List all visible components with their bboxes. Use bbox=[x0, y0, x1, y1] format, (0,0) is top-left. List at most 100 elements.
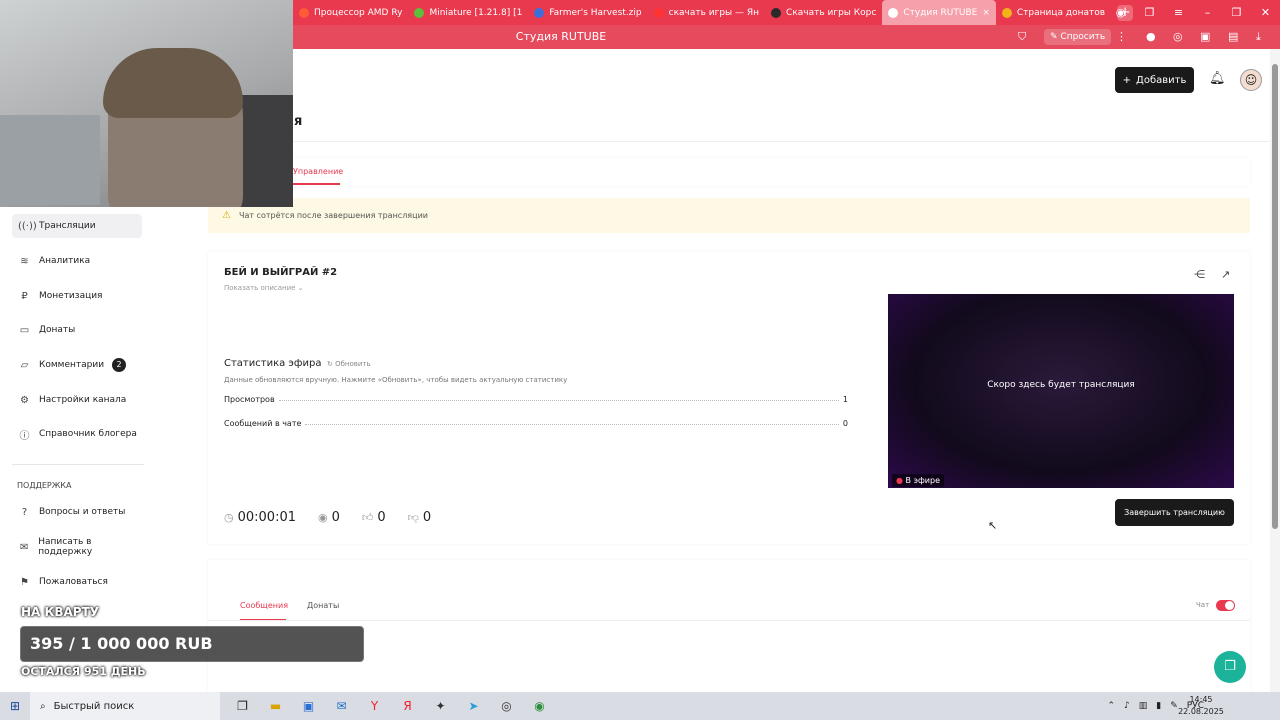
sidebar-item-label: Донаты bbox=[39, 325, 76, 335]
chat-card bbox=[208, 560, 1250, 692]
yandex-icon[interactable]: Я bbox=[391, 699, 424, 713]
more-icon[interactable]: ⋮ bbox=[1116, 30, 1127, 43]
speaker-icon[interactable]: ♪ bbox=[1124, 701, 1130, 711]
chat-toggle[interactable] bbox=[1216, 600, 1235, 611]
store-icon[interactable]: ▣ bbox=[292, 699, 325, 713]
sidebar-item[interactable]: ▱ Комментарии 2 bbox=[12, 353, 142, 377]
stat-value: 0 bbox=[842, 419, 848, 428]
thumbs-down-icon: 👎︎ bbox=[407, 510, 419, 524]
browser-tab[interactable]: Farmer's Harvest.zip bbox=[528, 0, 647, 25]
add-button[interactable]: + Добавить bbox=[1115, 67, 1194, 93]
sidebar-item[interactable]: ? Вопросы и ответы bbox=[12, 500, 142, 524]
sidebar-item[interactable]: ≋ Аналитика bbox=[12, 249, 142, 273]
close-icon[interactable]: ✕ bbox=[1251, 6, 1280, 19]
show-description-link[interactable]: Показать описание ⌄ bbox=[224, 284, 304, 292]
avatar[interactable]: ☺ bbox=[1240, 69, 1262, 91]
sidebar-item[interactable]: ▭ Донаты bbox=[12, 318, 142, 342]
warning-icon: ⚠ bbox=[222, 210, 231, 221]
network-icon[interactable]: ▥ bbox=[1139, 701, 1148, 711]
add-label: Добавить bbox=[1136, 74, 1187, 86]
sidebar-item-label: Написать в поддержку bbox=[38, 537, 93, 557]
bell-icon[interactable]: 🔔︎ bbox=[1209, 71, 1226, 86]
sidebar-item-label: Трансляции bbox=[39, 221, 96, 231]
obs-icon[interactable]: ◎ bbox=[490, 699, 523, 713]
sidebar-item[interactable]: ⓘ Справочник блогера bbox=[12, 422, 142, 446]
telegram-icon[interactable]: ➤ bbox=[457, 699, 490, 713]
ask-button[interactable]: ✎ Спросить bbox=[1044, 29, 1112, 45]
winrar-icon[interactable]: ✦ bbox=[424, 699, 457, 713]
extension-icon[interactable]: ● bbox=[1146, 30, 1156, 43]
stat-value: 1 bbox=[842, 395, 848, 404]
browser-tab[interactable]: Процессор AMD Ry bbox=[293, 0, 408, 25]
mouse-cursor-icon: ↖ bbox=[988, 519, 998, 532]
sidebar-item[interactable]: ((·)) Трансляции bbox=[12, 214, 142, 238]
yandex-browser-icon[interactable]: Y bbox=[358, 699, 391, 713]
tab-favicon-icon bbox=[1001, 7, 1012, 18]
donation-goal: НА КВАРТУ bbox=[21, 605, 99, 619]
download-icon[interactable]: ⤓ bbox=[1256, 30, 1261, 44]
browser-tab[interactable]: Miniature [1.21.8] [1 bbox=[408, 0, 528, 25]
tab-label: Miniature [1.21.8] [1 bbox=[429, 7, 523, 18]
media-icon[interactable]: ◎ bbox=[1173, 30, 1183, 43]
minimize-icon[interactable]: – bbox=[1193, 6, 1222, 19]
tab-favicon-icon bbox=[299, 7, 309, 18]
taskbar: ⊞ ⌕ Быстрый поиск ❐ ▬ ▣ ✉ Y Я ✦ ➤ ◎ ◉ bbox=[0, 692, 1280, 720]
window-controls: ◉ ❐ ≡ – ❐ ✕ bbox=[1106, 0, 1280, 25]
browser-tab[interactable]: Скачать игры Корс bbox=[765, 0, 882, 25]
mic-icon[interactable]: ▮ bbox=[1156, 701, 1161, 711]
windows-start-icon[interactable]: ⊞ bbox=[0, 699, 30, 713]
bookmarks-icon[interactable]: ❐ bbox=[1135, 6, 1164, 19]
taskbar-clock[interactable]: 14:45 22.08.2025 bbox=[1176, 694, 1226, 718]
tab-messages[interactable]: Сообщения bbox=[240, 601, 288, 610]
sidebar-item[interactable]: ⚙ Настройки канала bbox=[12, 388, 142, 412]
sidebar-item-label: Вопросы и ответы bbox=[39, 507, 126, 517]
task-view-icon[interactable]: ❐ bbox=[226, 699, 259, 713]
player-placeholder-text: Скоро здесь будет трансляция bbox=[987, 380, 1135, 390]
live-metrics: ◷ 00:00:01 ◉ 0 👍︎ 0 👎︎ 0 bbox=[224, 508, 445, 526]
duration-metric: ◷ 00:00:01 bbox=[224, 510, 296, 525]
refresh-button[interactable]: ↻ Обновить bbox=[327, 360, 371, 368]
sidebar-item-label: Монетизация bbox=[39, 291, 103, 301]
chat-bubble-icon: ❐ bbox=[1224, 659, 1236, 674]
end-stream-button[interactable]: Завершить трансляцию bbox=[1115, 499, 1234, 526]
video-player[interactable]: Скоро здесь будет трансляция ● В эфире bbox=[888, 294, 1234, 488]
sidebar-item[interactable]: ₽ Монетизация bbox=[12, 284, 142, 308]
stats-title: Статистика эфира bbox=[224, 358, 322, 369]
sidebar-item[interactable]: ✉ Написать в поддержку bbox=[12, 535, 142, 559]
tab-favicon-icon bbox=[534, 7, 545, 18]
live-dot-icon: ● bbox=[896, 476, 903, 485]
tab-label: Farmer's Harvest.zip bbox=[549, 7, 642, 18]
webcam-background bbox=[0, 115, 100, 205]
maximize-icon[interactable]: ❐ bbox=[1222, 6, 1251, 19]
sidebar-item[interactable]: ⚑ Пожаловаться bbox=[12, 570, 142, 594]
taskbar-search[interactable]: ⌕ Быстрый поиск bbox=[30, 692, 220, 720]
comment-icon: ▱ bbox=[20, 359, 29, 371]
help-chat-button[interactable]: ❐ bbox=[1214, 651, 1246, 683]
profile-icon[interactable]: ◉ bbox=[1106, 6, 1135, 19]
tray-arrow-icon[interactable]: ⌃ bbox=[1107, 701, 1115, 711]
donation-amount: 395 / 1 000 000 RUB bbox=[30, 634, 213, 653]
sidebar-icon[interactable]: ▤ bbox=[1228, 30, 1238, 43]
ask-label: Спросить bbox=[1060, 32, 1106, 42]
browser-tab[interactable]: скачать игры — Ян bbox=[648, 0, 765, 25]
explorer-icon[interactable]: ▬ bbox=[259, 699, 292, 713]
tab-favicon-icon bbox=[653, 7, 664, 18]
clock-icon: ◷ bbox=[224, 510, 234, 524]
chevron-down-icon: ⌄ bbox=[297, 284, 304, 292]
screenshot-icon[interactable]: ▣ bbox=[1200, 30, 1210, 43]
tab-donates[interactable]: Донаты bbox=[307, 601, 339, 610]
scrollbar-thumb[interactable] bbox=[1272, 64, 1278, 529]
browser-tab[interactable]: Студия RUTUBE × bbox=[882, 0, 996, 25]
chrome-icon[interactable]: ◉ bbox=[523, 699, 556, 713]
external-link-icon[interactable]: ↗ bbox=[1221, 268, 1230, 281]
stats-note: Данные обновляются вручную. Нажмите «Обн… bbox=[224, 376, 568, 384]
menu-icon[interactable]: ≡ bbox=[1164, 6, 1193, 19]
outlook-icon[interactable]: ✉ bbox=[325, 699, 358, 713]
browser-tab[interactable]: Страница донатов bbox=[996, 0, 1111, 25]
search-icon: ⌕ bbox=[40, 700, 46, 712]
tab-manage[interactable]: Управление bbox=[293, 167, 343, 176]
stat-label: Сообщений в чате bbox=[224, 419, 302, 428]
tab-close-icon[interactable]: × bbox=[982, 8, 990, 18]
bookmark-icon[interactable]: ⛉ bbox=[1018, 30, 1026, 44]
share-icon[interactable]: ⋲ bbox=[1194, 268, 1205, 281]
